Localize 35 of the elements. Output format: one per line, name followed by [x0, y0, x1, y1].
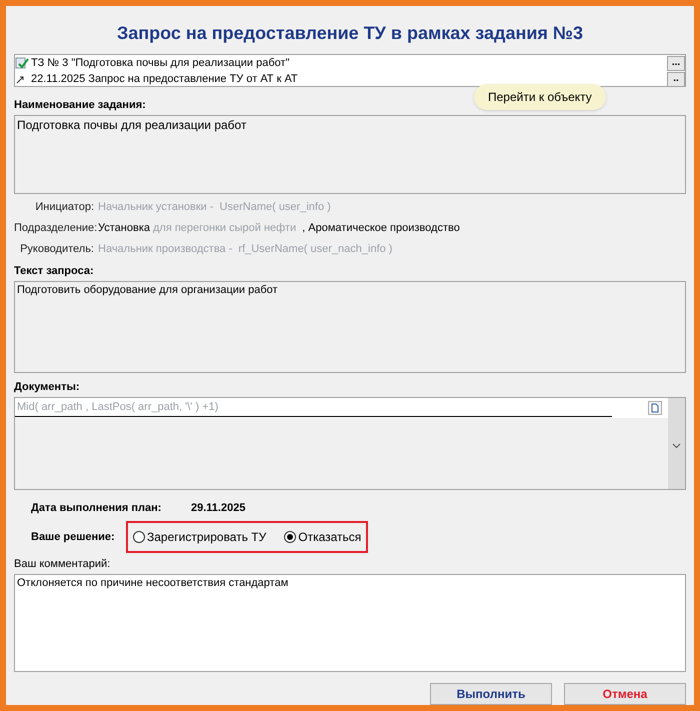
info-text: Установка [98, 221, 150, 236]
linked-object-link[interactable]: ТЗ № 3 "Подготовка почвы для реализации работ" [31, 54, 667, 72]
obscured-text: Начальник установки - [98, 200, 214, 216]
document-icon[interactable] [648, 400, 662, 415]
field-label: Дата выполнения план: [31, 500, 162, 516]
info-text: , Ароматическое производство [302, 221, 460, 236]
field-label: Инициатор: [34, 200, 95, 216]
obscured-text: rf_UserName( user_nach_info ) [238, 242, 392, 258]
tooltip: Перейти к объекту [474, 84, 606, 110]
obscured-text: для перегонки сырой нефти [153, 221, 296, 236]
task-name-field[interactable]: Подготовка почвы для реализации работ [14, 114, 686, 194]
field-label: Подразделение: [14, 221, 98, 236]
document-check-icon [15, 57, 29, 69]
field-label: Ваш комментарий: [14, 557, 110, 572]
radio-button[interactable] [133, 531, 145, 544]
scrollbar[interactable] [668, 398, 685, 489]
field-label: Наименование задания: [14, 98, 146, 113]
window-title: Запрос на предоставление ТУ в рамках задания №3 [117, 22, 583, 45]
browse-button[interactable]: ... [667, 56, 685, 70]
field-label: Ваше решение: [31, 530, 116, 545]
browse-button[interactable]: .. [667, 72, 685, 86]
cancel-button[interactable]: Отмена [564, 682, 686, 705]
field-label: Текст запроса: [14, 264, 94, 280]
obscured-text: UserName( user_info ) [220, 200, 331, 216]
comment-field[interactable]: Отклоняется по причине несоответствия стандартам [14, 574, 686, 672]
radio-option[interactable]: Отказаться [284, 528, 362, 546]
field-label: Руководитель: [19, 242, 95, 258]
due-date: 29.11.2025 [191, 500, 246, 516]
chevron-down-icon [672, 442, 681, 449]
radio-option[interactable]: Зарегистрировать ТУ [133, 528, 266, 546]
field-label: Документы: [14, 380, 80, 396]
radio-button[interactable] [284, 531, 296, 544]
submit-button[interactable]: Выполнить [430, 682, 552, 705]
request-text-field[interactable]: Подготовить оборудование для организации работ [14, 280, 686, 374]
obscured-text: Начальник производства - [98, 242, 232, 258]
